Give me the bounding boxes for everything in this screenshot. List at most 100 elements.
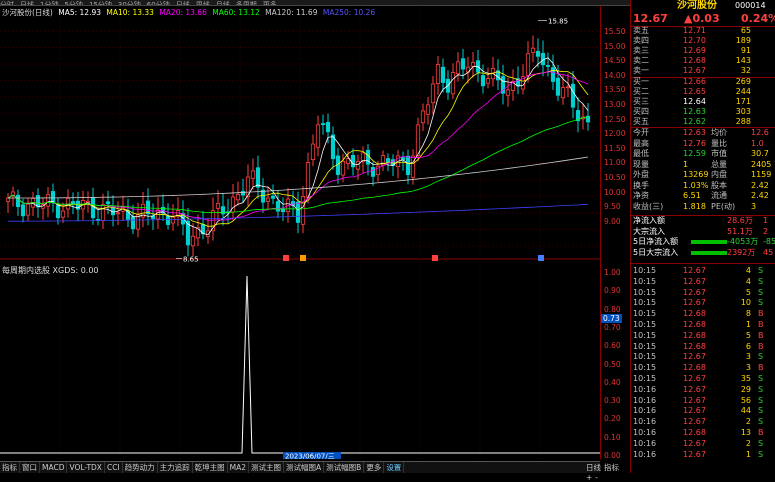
candle-body: [355, 161, 361, 170]
last-price: 12.67: [633, 12, 668, 25]
tick-time: 10:16: [633, 449, 657, 459]
event-marker[interactable]: [538, 255, 544, 261]
stat-key: 流通: [711, 191, 727, 200]
indicator-tab[interactable]: CCI: [105, 462, 123, 473]
price-tick: 10.50: [604, 173, 626, 182]
ask-volume: 32: [740, 66, 751, 75]
candle-body: [35, 195, 41, 208]
ask-row[interactable]: 卖四 12.70 189: [631, 36, 775, 47]
stock-header: 沙河股份 000014: [631, 0, 775, 11]
indicator-tab[interactable]: MACD: [40, 462, 68, 473]
ask-row[interactable]: 卖三 12.69 91: [631, 46, 775, 57]
indicator-tick: 0.50: [604, 359, 621, 369]
tick-volume: 5: [745, 287, 751, 297]
candle-body: [60, 210, 66, 218]
flow-key: 净流入额: [633, 216, 665, 225]
tick-volume: 3: [745, 352, 751, 362]
tick-price: 12.68: [683, 330, 706, 340]
low-price-label: 8.65: [183, 256, 199, 264]
stat-value: 1: [683, 159, 689, 169]
bid-row[interactable]: 买二 12.65 244: [631, 87, 775, 98]
stat-value: 2.42: [751, 191, 769, 200]
event-marker[interactable]: [300, 255, 306, 261]
candle-body: [460, 58, 466, 70]
right-tab[interactable]: 日线: [586, 463, 601, 472]
indicator-tab[interactable]: 指标: [0, 462, 20, 473]
indicator-tick: 0.00: [604, 451, 621, 460]
event-marker[interactable]: [432, 255, 438, 261]
tick-price: 12.67: [683, 352, 706, 362]
tick-time: 10:16: [633, 395, 657, 405]
indicator-tab[interactable]: 乾坤主图: [193, 462, 228, 473]
indicator-tick: 0.30: [604, 396, 621, 406]
indicator-tab[interactable]: 测试幅图B: [324, 462, 365, 473]
candle-body: [240, 190, 246, 196]
indicator-tab[interactable]: 测试主图: [249, 462, 285, 473]
stat-value: 6.51: [683, 191, 701, 200]
ask-row[interactable]: 卖二 12.68 143: [631, 56, 775, 67]
right-tab[interactable]: 指标: [604, 463, 619, 472]
bid-row[interactable]: 买三 12.64 171: [631, 97, 775, 108]
tick-price: 12.67: [683, 395, 706, 405]
ma250-value: MA250: 10.26: [322, 8, 376, 17]
ask-row[interactable]: 卖五 12.71 65: [631, 26, 775, 37]
bid-row[interactable]: 买五 12.62 288: [631, 117, 775, 128]
candle-body: [370, 167, 376, 177]
tick-row: 10:16 12.67 2 S: [631, 439, 775, 450]
tick-price: 12.67: [683, 438, 706, 448]
ask-volume: 65: [740, 26, 751, 35]
bid-price: 12.62: [683, 117, 706, 126]
bid-row[interactable]: 买四 12.63 303: [631, 107, 775, 118]
tick-row: 10:16 12.67 29 S: [631, 385, 775, 396]
tick-price: 12.67: [683, 406, 706, 416]
indicator-tab[interactable]: MA2: [228, 462, 250, 473]
indicator-tab[interactable]: 窗口: [20, 462, 40, 473]
indicator-tick: 0.70: [604, 322, 621, 332]
candle-body: [565, 86, 571, 89]
indicator-tab[interactable]: 设置: [384, 462, 405, 473]
price-tick: 12.50: [604, 114, 626, 124]
tick-direction: S: [758, 352, 764, 362]
price-tick: 9.50: [604, 202, 621, 212]
price-tick: 15.00: [604, 41, 626, 51]
right-tab[interactable]: -: [595, 473, 598, 482]
indicator-tab[interactable]: 主力追踪: [158, 462, 193, 473]
tick-direction: S: [758, 406, 764, 416]
candle-body: [455, 61, 461, 75]
right-tab[interactable]: +: [586, 473, 592, 482]
kline-chart[interactable]: 15.85 8.65 2023/06/07/三: [0, 6, 600, 459]
stat-value: 12.63: [683, 128, 706, 137]
stat-key: 最高: [633, 138, 649, 148]
bid-volume: 269: [735, 77, 751, 86]
tick-time: 10:15: [633, 287, 657, 297]
tick-row: 10:15 12.67 5 S: [631, 288, 775, 299]
candles: [5, 35, 591, 257]
candle-body: [250, 170, 256, 179]
candle-body: [235, 194, 241, 201]
indicator-tab[interactable]: 更多: [364, 462, 385, 473]
tick-volume: 35: [740, 374, 751, 383]
quote-panel: 沙河股份 000014 12.67 ▲0.03 0.24% 卖五12.7165卖…: [630, 0, 775, 473]
ask-row[interactable]: 卖一 12.67 32: [631, 66, 775, 77]
bid-row[interactable]: 买一 12.66 269: [631, 77, 775, 88]
tick-time: 10:15: [633, 352, 657, 362]
indicator-tab[interactable]: VOL-TDX: [67, 462, 105, 473]
event-marker[interactable]: [283, 255, 289, 261]
ask-price: 12.68: [683, 56, 706, 65]
indicator-label: 每周期内选股 XGDS: 0.00: [2, 266, 99, 275]
tick-row: 10:15 12.67 4 S: [631, 277, 775, 288]
tick-row: 10:15 12.67 35 S: [631, 374, 775, 385]
tick-row: 10:16 12.67 56 S: [631, 396, 775, 407]
tick-direction: B: [758, 330, 764, 340]
ask-label: 卖二: [633, 56, 649, 65]
bid-label: 买五: [633, 117, 649, 126]
tick-price: 12.67: [683, 287, 706, 297]
tick-volume: 1: [745, 449, 751, 459]
tick-volume: 3: [745, 363, 751, 373]
indicator-tick: 0.60: [604, 341, 621, 351]
indicator-tab[interactable]: 测试幅图A: [284, 462, 325, 473]
indicator-tab[interactable]: 趋势动力: [123, 462, 158, 473]
price-tick: 10.00: [604, 187, 626, 197]
tick-price: 12.68: [683, 309, 706, 319]
price-tick: 14.50: [604, 56, 626, 66]
